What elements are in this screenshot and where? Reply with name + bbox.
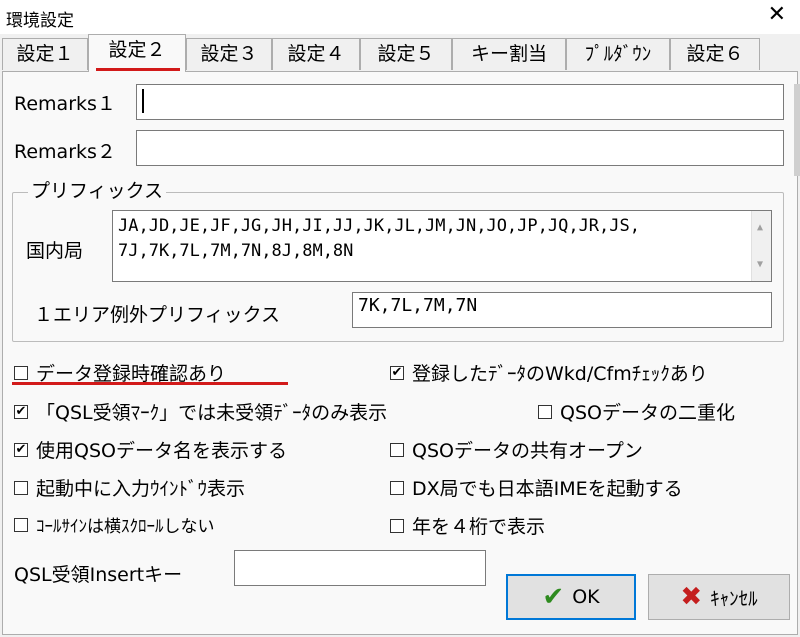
scroll-up-icon[interactable]: ▲ [757,215,763,240]
scroll-down-icon[interactable]: ▼ [757,252,763,277]
tab-pulldown[interactable]: ﾌﾟﾙﾀﾞｳﾝ [566,38,670,70]
checkbox-box[interactable] [390,480,404,495]
callsign-no-scroll-checkbox[interactable]: ｺｰﾙｻｲﾝは横ｽｸﾛｰﾙしない [14,512,215,537]
window-title: 環境設定 [6,11,74,31]
qso-duplicate-checkbox[interactable]: QSOデータの二重化 [538,398,735,425]
area1-exception-label: １エリア例外プリフィックス [34,304,281,326]
check-icon[interactable]: ✔ [14,404,28,419]
highlight-underline [12,382,288,385]
qso-shared-open-checkbox[interactable]: QSOデータの共有オープン [390,436,643,463]
checkmark-icon: ✔ [542,582,565,612]
wkd-cfm-check-label: 登録したﾃﾞｰﾀのWkd/Cfmﾁｪｯｸあり [412,363,708,385]
tab-settings-5[interactable]: 設定５ [360,38,452,70]
cancel-button[interactable]: ✖ ｷｬﾝｾﾙ [648,574,790,620]
cross-icon: ✖ [680,582,703,612]
callsign-no-scroll-label: ｺｰﾙｻｲﾝは横ｽｸﾛｰﾙしない [36,517,215,537]
checkbox-box[interactable] [390,442,404,457]
checkbox-box[interactable] [14,365,28,380]
remarks1-input[interactable] [136,84,784,120]
check-icon[interactable]: ✔ [14,442,28,457]
checkbox-box[interactable] [390,518,404,533]
close-icon[interactable]: ✕ [768,2,786,28]
cancel-label: ｷｬﾝｾﾙ [710,587,758,610]
qsl-mark-only-label: 「QSL受領ﾏｰｸ」では未受領ﾃﾞｰﾀのみ表示 [36,402,388,424]
area1-exception-value: 7K,7L,7M,7N [358,295,478,316]
text-caret [142,89,144,113]
qsl-insert-label: QSL受領Insertキー [14,564,183,586]
dx-japanese-ime-checkbox[interactable]: DX局でも日本語IMEを起動する [390,474,683,501]
textarea-scrollbar[interactable]: ▲ ▼ [751,211,771,281]
tab-settings-6[interactable]: 設定６ [670,38,760,70]
show-qso-name-checkbox[interactable]: ✔ 使用QSOデータ名を表示する [14,436,287,463]
domestic-prefix-line-1: JA,JD,JE,JF,JG,JH,JI,JJ,JK,JL,JM,JN,JO,J… [118,216,640,236]
year-4digit-label: 年を４桁で表示 [412,516,546,538]
domestic-prefix-line-2: 7J,7K,7L,7M,7N,8J,8M,8N [118,241,354,261]
qsl-insert-input[interactable] [234,550,486,586]
qsl-mark-only-checkbox[interactable]: ✔ 「QSL受領ﾏｰｸ」では未受領ﾃﾞｰﾀのみ表示 [14,398,387,425]
tab-bar: 設定１ 設定２ 設定３ 設定４ 設定５ キー割当 ﾌﾟﾙﾀﾞｳﾝ 設定６ [0,34,800,74]
remarks2-input[interactable] [136,130,784,166]
input-window-startup-checkbox[interactable]: 起動中に入力ｳｲﾝﾄﾞｳ表示 [14,474,245,501]
qso-shared-open-label: QSOデータの共有オープン [412,440,643,462]
remarks1-label: Remarks１ [14,93,116,115]
domestic-prefix-textarea[interactable]: JA,JD,JE,JF,JG,JH,JI,JJ,JK,JL,JM,JN,JO,J… [112,210,772,282]
panel-scrollbar[interactable] [794,84,800,176]
tab-settings-4[interactable]: 設定４ [272,38,360,70]
tab-key-assign[interactable]: キー割当 [452,38,566,70]
checkbox-box[interactable] [14,517,28,532]
remarks2-label: Remarks２ [14,141,116,163]
domestic-label: 国内局 [26,240,84,262]
active-tab-highlight [96,68,180,71]
dx-japanese-ime-label: DX局でも日本語IMEを起動する [412,478,683,500]
area1-exception-input[interactable]: 7K,7L,7M,7N [352,292,772,328]
qso-duplicate-label: QSOデータの二重化 [560,402,735,424]
input-window-startup-label: 起動中に入力ｳｲﾝﾄﾞｳ表示 [36,478,246,500]
checkbox-box[interactable] [14,480,28,495]
tab-settings-3[interactable]: 設定３ [186,38,272,70]
checkbox-box[interactable] [538,404,552,419]
title-bar: 環境設定 ✕ [0,0,800,34]
show-qso-name-label: 使用QSOデータ名を表示する [36,440,287,462]
ok-button[interactable]: ✔ OK [506,574,636,620]
year-4digit-checkbox[interactable]: 年を４桁で表示 [390,512,545,539]
tab-settings-2[interactable]: 設定２ [88,34,186,72]
wkd-cfm-check-checkbox[interactable]: ✔ 登録したﾃﾞｰﾀのWkd/Cfmﾁｪｯｸあり [390,359,708,386]
prefix-group-title: プリフィックス [28,176,167,203]
ok-label: OK [572,586,600,608]
tab-settings-1[interactable]: 設定１ [2,38,88,70]
check-icon[interactable]: ✔ [390,365,404,380]
